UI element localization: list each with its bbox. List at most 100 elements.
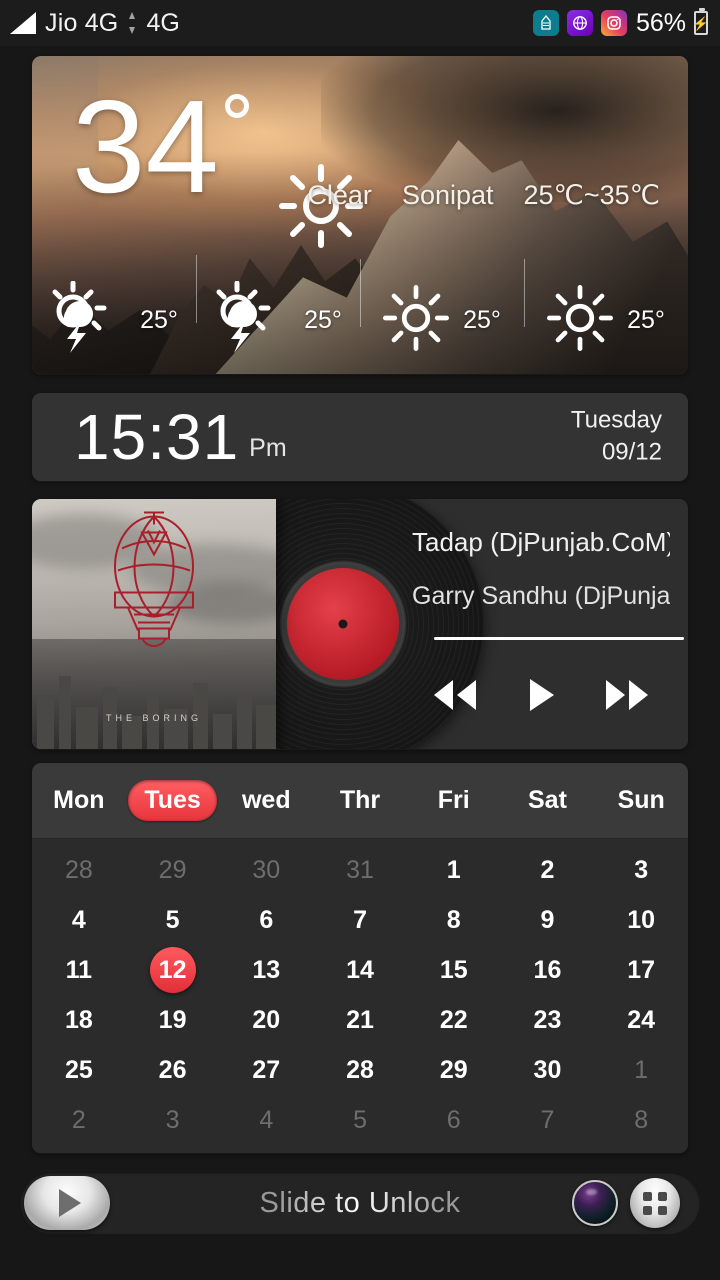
data-transfer-icon [127,11,137,35]
instagram-app-icon [600,10,627,36]
weekday-tues[interactable]: Tues [126,780,220,821]
calendar-day[interactable]: 24 [594,1006,688,1035]
calendar-day[interactable]: 1 [407,856,501,885]
calendar-day-number: 24 [627,1005,656,1034]
calendar-day-number: 30 [252,855,281,884]
weekday-label: Fri [437,786,470,814]
jio-app-icon [532,10,559,36]
forecast-item[interactable]: 25° [32,280,196,360]
forecast-item[interactable]: 25° [524,259,688,356]
track-title: Tadap (DjPunjab.CoM) [412,527,670,557]
forecast-item[interactable]: 25° [360,259,524,356]
calendar-day[interactable]: 25 [32,1056,126,1085]
calendar-day[interactable]: 18 [32,1006,126,1035]
playback-progress-bar[interactable] [434,637,684,640]
calendar-day[interactable]: 11 [32,956,126,985]
calendar-day-number: 6 [446,1105,461,1134]
calendar-day[interactable]: 28 [313,1056,407,1085]
calendar-day[interactable]: 26 [126,1056,220,1085]
calendar-day[interactable]: 1 [594,1056,688,1085]
weather-widget[interactable]: 34 Clear Sonipat 25℃~35℃ 25° 25° 25° 25° [32,56,688,374]
previous-button[interactable] [427,675,483,719]
weekday-sat[interactable]: Sat [501,786,595,815]
calendar-day[interactable]: 3 [594,856,688,885]
calendar-day-number: 15 [439,955,468,984]
calendar-day[interactable]: 4 [219,1106,313,1135]
calendar-day[interactable]: 27 [219,1056,313,1085]
calendar-week-row: 11 12 13 14 15 16 17 [32,945,688,995]
calendar-day[interactable]: 4 [32,906,126,935]
calendar-day[interactable]: 30 [219,856,313,885]
calendar-day[interactable]: 23 [501,1006,595,1035]
calendar-day[interactable]: 22 [407,1006,501,1035]
calendar-day[interactable]: 13 [219,956,313,985]
calendar-day[interactable]: 9 [501,906,595,935]
weekday-label: wed [241,786,291,814]
calendar-day[interactable]: 3 [126,1106,220,1135]
calendar-day[interactable]: 29 [407,1056,501,1085]
forecast-temp: 25° [627,306,665,334]
weekday-wed[interactable]: wed [219,786,313,815]
calendar-day-number: 6 [259,905,274,934]
carrier-label: Jio 4G [45,8,119,37]
calendar-day-number: 4 [259,1105,274,1134]
calendar-day-number: 7 [540,1105,555,1134]
calendar-day[interactable]: 10 [594,906,688,935]
calendar-day[interactable]: 16 [501,956,595,985]
unlock-bar[interactable]: Slide to Unlock [20,1172,700,1234]
calendar-day-number: 11 [65,955,93,984]
charging-bolt-icon: ⚡ [692,15,710,31]
calendar-day-number: 2 [540,855,555,884]
album-art: THE BORING [32,499,276,749]
calendar-day-number: 4 [71,905,86,934]
calendar-day[interactable]: 8 [407,906,501,935]
calendar-day-number: 31 [346,855,374,884]
calendar-day-number: 5 [165,905,180,934]
calendar-day[interactable]: 2 [501,856,595,885]
weekday-sun[interactable]: Sun [594,786,688,815]
calendar-day[interactable]: 21 [313,1006,407,1035]
calendar-day-number: 28 [64,855,93,884]
calendar-day[interactable]: 17 [594,956,688,985]
calendar-day[interactable]: 29 [126,856,220,885]
slide-to-unlock-handle[interactable] [24,1176,110,1230]
calendar-day[interactable]: 5 [313,1106,407,1135]
calendar-day[interactable]: 20 [219,1006,313,1035]
camera-lens-icon[interactable] [572,1180,618,1226]
forecast-item[interactable]: 25° [196,255,360,360]
degree-symbol-icon [224,94,249,118]
calendar-day[interactable]: 7 [501,1106,595,1135]
calendar-day[interactable]: 31 [313,856,407,885]
app-drawer-icon[interactable] [630,1178,680,1228]
calendar-day[interactable]: 30 [501,1056,595,1085]
calendar-day-today[interactable]: 12 [126,947,220,993]
calendar-widget[interactable]: Mon Tues wed Thr Fri Sat Sun 28 29 30 31 1 2 3… [32,763,688,1153]
calendar-week-row: 25 26 27 28 29 30 1 [32,1045,688,1095]
clock-widget[interactable]: 15:31 Pm Tuesday 09/12 [32,393,688,481]
calendar-day[interactable]: 15 [407,956,501,985]
weather-forecast-row: 25° 25° 25° 25° [32,255,688,360]
calendar-day-number: 20 [252,1005,281,1034]
music-widget[interactable]: THE BORING Tadap (DjPunjab.CoM) Garry Sa… [32,499,688,749]
balloon-illustration [98,509,210,660]
weekday-mon[interactable]: Mon [32,786,126,815]
calendar-day[interactable]: 14 [313,956,407,985]
play-button[interactable] [513,675,569,719]
weekday-fri[interactable]: Fri [407,786,501,815]
hotstar-app-icon [566,10,593,36]
calendar-day[interactable]: 6 [219,906,313,935]
weekday-thr[interactable]: Thr [313,786,407,815]
thunderstorm-icon [214,280,290,360]
calendar-day[interactable]: 5 [126,906,220,935]
calendar-day[interactable]: 28 [32,856,126,885]
clock-meridiem: Pm [249,434,287,462]
calendar-day-number: 17 [627,955,656,984]
calendar-day[interactable]: 2 [32,1106,126,1135]
calendar-day-number: 3 [634,855,649,884]
calendar-day[interactable]: 19 [126,1006,220,1035]
calendar-day[interactable]: 6 [407,1106,501,1135]
calendar-day[interactable]: 7 [313,906,407,935]
calendar-day[interactable]: 8 [594,1106,688,1135]
next-button[interactable] [599,675,655,719]
network-type-label: 4G [146,8,180,37]
